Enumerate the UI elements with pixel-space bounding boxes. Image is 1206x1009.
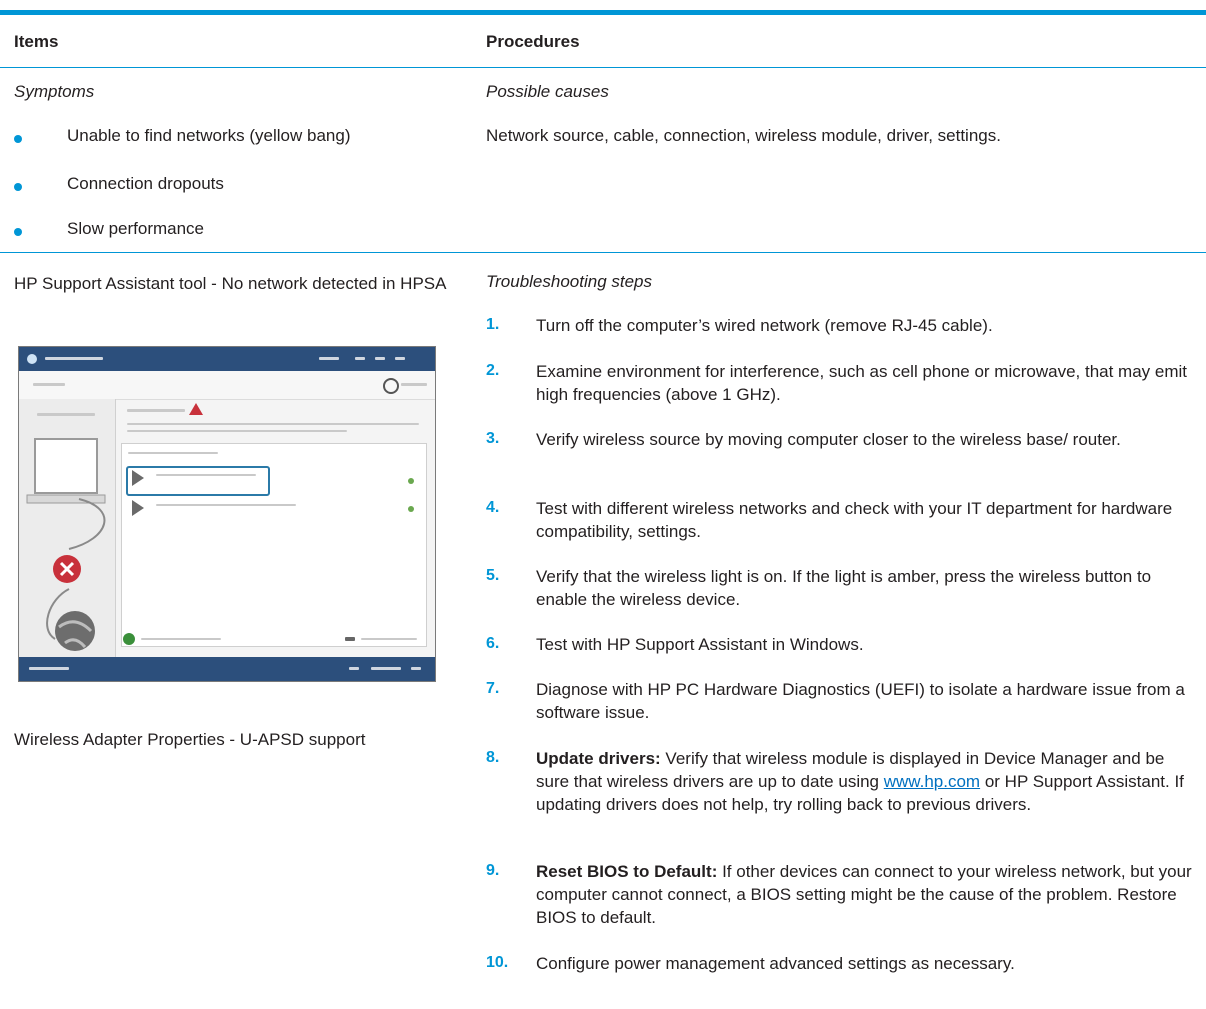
screenshot-statusbar <box>19 657 435 681</box>
symptom-item: Slow performance <box>67 219 205 238</box>
wireless-adapter-label: Wireless Adapter Properties - U-APSD sup… <box>14 730 366 749</box>
step-number: 1. <box>486 316 500 333</box>
step-text: Turn off the computer’s wired network (r… <box>536 316 993 335</box>
section-rule <box>0 252 1206 253</box>
step-number: 5. <box>486 567 500 584</box>
top-rule <box>0 10 1206 15</box>
symptoms-label: Symptoms <box>14 82 95 101</box>
step-number: 4. <box>486 499 500 516</box>
screenshot-content <box>117 403 429 653</box>
step-text: Reset BIOS to Default: If other devices … <box>536 860 1196 929</box>
step-text: Test with different wireless networks an… <box>536 499 1173 541</box>
screenshot-toolbar <box>19 371 435 400</box>
bullet-icon <box>14 183 22 191</box>
screenshot-sidebar <box>19 399 116 657</box>
step-number: 3. <box>486 430 500 447</box>
hpsa-tool-label: HP Support Assistant tool - No network d… <box>14 274 447 293</box>
symptom-item: Unable to find networks (yellow bang) <box>67 126 351 145</box>
symptom-item: Connection dropouts <box>67 174 224 193</box>
step-bold-label: Update drivers: <box>536 749 661 768</box>
step-text: Diagnose with HP PC Hardware Diagnostics… <box>536 680 1185 722</box>
network-diagram-icon <box>26 438 106 651</box>
step-text: Examine environment for interference, su… <box>536 362 1188 404</box>
step-text: Test with HP Support Assistant in Window… <box>536 635 864 654</box>
step-text: Configure power management advanced sett… <box>536 954 1015 973</box>
step-bold-label: Reset BIOS to Default: <box>536 862 718 881</box>
warning-icon <box>189 403 203 415</box>
step-number: 6. <box>486 635 500 652</box>
bullet-icon <box>14 228 22 236</box>
header-items: Items <box>14 32 59 51</box>
step-number: 7. <box>486 680 500 697</box>
step-number: 8. <box>486 749 500 766</box>
step-number: 9. <box>486 862 500 879</box>
hp-website-link[interactable]: www.hp.com <box>884 772 980 791</box>
screenshot-titlebar <box>19 347 435 371</box>
step-text: Verify wireless source by moving compute… <box>536 430 1121 449</box>
step-text: Update drivers: Verify that wireless mod… <box>536 747 1196 816</box>
bullet-icon <box>14 135 22 143</box>
troubleshooting-label: Troubleshooting steps <box>486 272 653 291</box>
step-number: 2. <box>486 362 500 379</box>
hp-network-check-screenshot <box>18 346 436 682</box>
header-procedures: Procedures <box>486 32 580 51</box>
possible-causes-label: Possible causes <box>486 82 609 101</box>
step-text: Verify that the wireless light is on. If… <box>536 567 1152 609</box>
possible-causes-text: Network source, cable, connection, wirel… <box>486 126 1001 145</box>
step-number: 10. <box>486 954 509 971</box>
header-rule <box>0 67 1206 68</box>
